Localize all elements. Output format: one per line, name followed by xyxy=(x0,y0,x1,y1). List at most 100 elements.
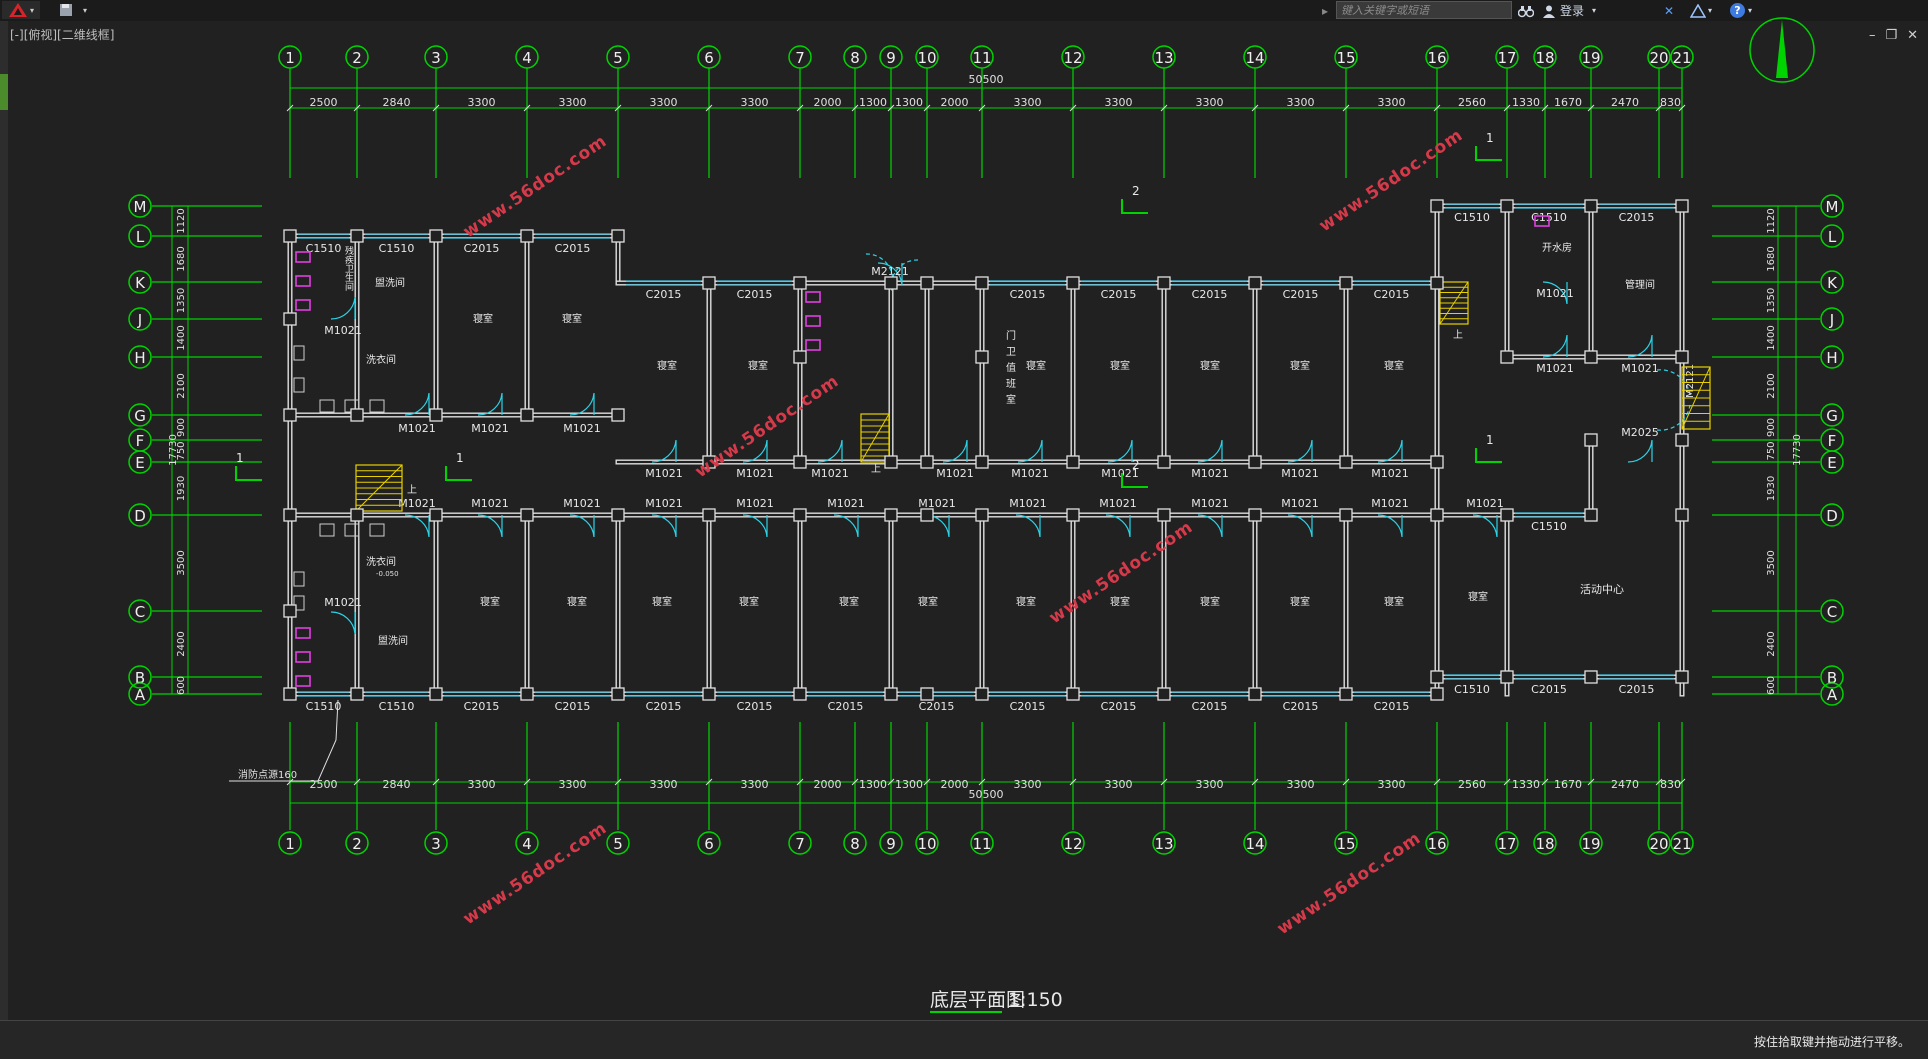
window-label: C1510 xyxy=(306,242,342,255)
north-arrow-icon xyxy=(1749,17,1815,83)
column xyxy=(1500,350,1514,364)
dim-total-v: 17730 xyxy=(168,434,179,466)
section-mark xyxy=(1121,199,1148,214)
axis-number: 8 xyxy=(850,49,860,67)
drawing-scale: 1:150 xyxy=(1008,989,1063,1011)
dim-text-v: 2100 xyxy=(1766,373,1777,398)
door-label: M1021 xyxy=(1191,497,1229,510)
dim-text: 2000 xyxy=(941,96,969,109)
column xyxy=(283,508,297,522)
column xyxy=(1675,199,1689,213)
door-label: M1021 xyxy=(645,467,683,480)
column xyxy=(884,508,898,522)
column xyxy=(1500,508,1514,522)
door-swing xyxy=(742,514,768,538)
door-label: M1021 xyxy=(324,324,362,337)
watermark-text: www.56doc.com xyxy=(692,371,843,482)
column xyxy=(975,276,989,290)
dim-text: 3300 xyxy=(559,96,587,109)
room-label: 寝室 xyxy=(739,595,759,608)
door-label: M1021 xyxy=(563,422,601,435)
door-label: M2121 xyxy=(871,265,909,278)
window-label: C2015 xyxy=(1192,288,1228,301)
column xyxy=(520,229,534,243)
room-label-vertical: 残疾卫生间 xyxy=(343,245,354,292)
section-label: 1 xyxy=(236,451,244,465)
column xyxy=(350,408,364,422)
dim-text-v: 1350 xyxy=(1766,288,1777,313)
column xyxy=(793,276,807,290)
dim-text: 1300 xyxy=(895,96,923,109)
section-mark xyxy=(1475,146,1502,161)
column xyxy=(920,687,934,701)
dim-text: 1330 xyxy=(1512,96,1540,109)
column xyxy=(1157,455,1171,469)
door-swing xyxy=(1197,514,1223,538)
door-swing xyxy=(1377,514,1403,538)
dim-text: 2560 xyxy=(1458,96,1486,109)
column xyxy=(611,408,625,422)
column xyxy=(611,229,625,243)
door-label: M1021 xyxy=(1191,467,1229,480)
dim-text-v: 2100 xyxy=(176,373,187,398)
axis-number: 20 xyxy=(1649,49,1668,67)
dim-text: 3300 xyxy=(1378,96,1406,109)
door-label: M1021 xyxy=(1536,362,1574,375)
dim-text: 3300 xyxy=(1105,778,1133,791)
dim-total: 50500 xyxy=(969,73,1004,86)
dim-text-v: 750 xyxy=(1766,441,1777,460)
door-label: M1021 xyxy=(736,467,774,480)
column xyxy=(1584,350,1598,364)
column xyxy=(520,408,534,422)
column xyxy=(1248,687,1262,701)
column xyxy=(1066,687,1080,701)
basin-fixture xyxy=(293,345,305,361)
window-label: C1510 xyxy=(306,700,342,713)
column xyxy=(920,455,934,469)
dim-text: 3300 xyxy=(1014,778,1042,791)
column xyxy=(975,350,989,364)
dim-text-v: 1680 xyxy=(1766,246,1777,271)
column xyxy=(884,455,898,469)
door-label: M1021 xyxy=(918,497,956,510)
elevation-note: -0.050 xyxy=(376,570,399,578)
dim-text-v: 1400 xyxy=(176,325,187,350)
axis-letter: J xyxy=(1829,311,1834,329)
room-label: 活动中心 xyxy=(1580,583,1624,596)
door-label: M1021 xyxy=(398,497,436,510)
room-label: 盥洗间 xyxy=(375,276,405,289)
dim-text: 2000 xyxy=(814,778,842,791)
column xyxy=(283,229,297,243)
window-label: C2015 xyxy=(1619,211,1655,224)
dim-text-v: 1350 xyxy=(176,288,187,313)
toilet-fixture xyxy=(295,675,311,687)
column xyxy=(283,312,297,326)
drawing-canvas[interactable]: 1122334455667788991010111112121313141415… xyxy=(0,0,1928,1020)
section-label: 2 xyxy=(1132,458,1140,472)
column xyxy=(1500,199,1514,213)
axis-number: 16 xyxy=(1427,49,1446,67)
dim-text: 3300 xyxy=(1105,96,1133,109)
axis-letter: H xyxy=(134,349,145,367)
room-label: 寝室 xyxy=(918,595,938,608)
column xyxy=(1066,276,1080,290)
axis-number: 12 xyxy=(1063,49,1082,67)
column xyxy=(1675,433,1689,447)
washer-fixture xyxy=(369,399,385,413)
column xyxy=(1339,455,1353,469)
window-label: C2015 xyxy=(1283,288,1319,301)
washer-fixture xyxy=(319,523,335,537)
dim-text: 3300 xyxy=(1287,96,1315,109)
door-label: M1021 xyxy=(1011,467,1049,480)
column xyxy=(793,508,807,522)
axis-number: 10 xyxy=(917,835,936,853)
axis-number: 11 xyxy=(972,835,991,853)
dim-text: 830 xyxy=(1660,778,1681,791)
axis-number: 16 xyxy=(1427,835,1446,853)
axis-letter: K xyxy=(1827,274,1838,292)
axis-number: 17 xyxy=(1497,49,1516,67)
axis-letter: D xyxy=(1826,507,1838,525)
axis-number: 13 xyxy=(1154,49,1173,67)
dim-text: 3300 xyxy=(741,96,769,109)
column xyxy=(520,687,534,701)
